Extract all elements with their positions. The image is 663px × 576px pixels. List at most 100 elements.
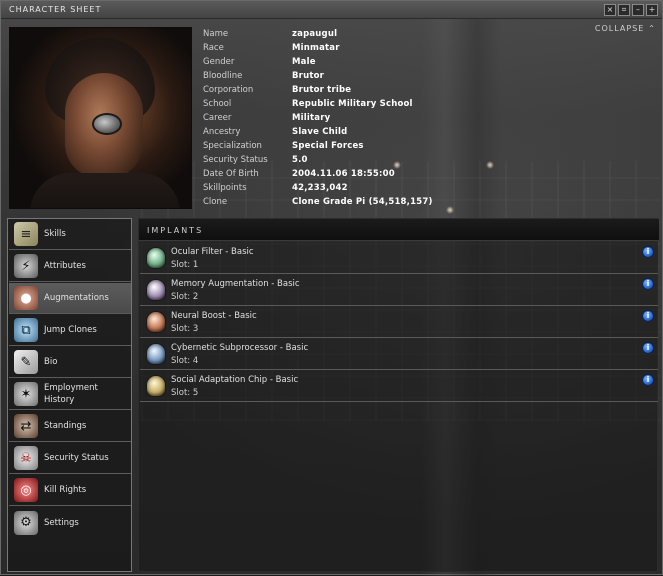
info-label: Security Status [203, 155, 268, 165]
info-value: Brutor [292, 71, 325, 81]
nav-item-bio[interactable]: ✎ Bio [9, 347, 131, 378]
implants-title: IMPLANTS [147, 226, 204, 235]
info-label: Clone [203, 197, 228, 207]
implant-slot: Slot: 5 [171, 388, 199, 398]
info-label: Corporation [203, 85, 254, 95]
info-label: Bloodline [203, 71, 243, 81]
info-value: Slave Child [292, 127, 348, 137]
nav-item-jump-clones[interactable]: ⧉ Jump Clones [9, 315, 131, 346]
character-portrait [9, 27, 192, 209]
implant-slot: Slot: 3 [171, 324, 199, 334]
character-sheet-nav: ≡ Skills ⚡ Attributes ● Augmentations ⧉ … [7, 218, 132, 572]
nav-item-attributes[interactable]: ⚡ Attributes [9, 251, 131, 282]
info-row-date-of-birth: Date Of Birth 2004.11.06 18:55:00 [203, 169, 643, 183]
info-row-bloodline: Bloodline Brutor [203, 71, 643, 85]
nav-item-kill-rights[interactable]: ◎ Kill Rights [9, 475, 131, 506]
info-row-specialization: Specialization Special Forces [203, 141, 643, 155]
implant-row[interactable]: Neural Boost - Basic Slot: 3 i [140, 306, 658, 338]
info-row-security-status: Security Status 5.0 [203, 155, 643, 169]
info-row-gender: Gender Male [203, 57, 643, 71]
options-button[interactable]: ⌗ [618, 4, 630, 16]
info-icon[interactable]: i [642, 246, 654, 258]
implants-header: IMPLANTS [139, 219, 659, 241]
augmentations-icon: ● [14, 286, 38, 310]
nav-label: Jump Clones [44, 325, 97, 335]
nav-label: Employment History [44, 383, 98, 405]
nav-label: Augmentations [44, 293, 109, 303]
info-value: Special Forces [292, 141, 364, 151]
implant-row[interactable]: Memory Augmentation - Basic Slot: 2 i [140, 274, 658, 306]
info-label: Specialization [203, 141, 262, 151]
ocular-filter-icon [146, 247, 166, 269]
nav-item-employment-history[interactable]: ✶ Employment History [9, 379, 131, 410]
implant-name: Memory Augmentation - Basic [171, 279, 300, 289]
memory-augmentation-icon [146, 279, 166, 301]
info-icon[interactable]: i [642, 278, 654, 290]
info-label: Skillpoints [203, 183, 247, 193]
nav-label: Attributes [44, 261, 86, 271]
settings-icon: ⚙ [14, 510, 38, 535]
portrait-goggle [92, 113, 122, 135]
character-sheet-window: CHARACTER SHEET × ⌗ – + COLLAPSE ⌃ Name … [0, 0, 663, 576]
info-icon[interactable]: i [642, 374, 654, 386]
titlebar: CHARACTER SHEET × ⌗ – + [1, 1, 662, 19]
nav-label: Security Status [44, 453, 109, 463]
employment-history-icon: ✶ [14, 382, 38, 406]
info-label: Gender [203, 57, 235, 67]
nav-label: Settings [44, 517, 79, 528]
skills-book-icon: ≡ [14, 222, 38, 246]
nav-item-augmentations[interactable]: ● Augmentations [9, 283, 131, 314]
info-icon[interactable]: i [642, 310, 654, 322]
implant-name: Cybernetic Subprocessor - Basic [171, 343, 309, 353]
implant-row[interactable]: Ocular Filter - Basic Slot: 1 i [140, 242, 658, 274]
bio-icon: ✎ [14, 350, 38, 374]
implant-row[interactable]: Cybernetic Subprocessor - Basic Slot: 4 … [140, 338, 658, 370]
info-value: zapaugul [292, 29, 338, 39]
maximize-button[interactable]: + [646, 4, 658, 16]
info-value: Military [292, 113, 331, 123]
cybernetic-subprocessor-icon [146, 343, 166, 365]
info-value: Minmatar [292, 43, 340, 53]
nav-item-standings[interactable]: ⇄ Standings [9, 411, 131, 442]
implant-name: Neural Boost - Basic [171, 311, 257, 321]
standings-icon: ⇄ [14, 414, 38, 438]
implant-slot: Slot: 1 [171, 260, 199, 270]
info-label: Date Of Birth [203, 169, 259, 179]
info-row-corporation: Corporation Brutor tribe [203, 85, 643, 99]
nav-item-skills[interactable]: ≡ Skills [9, 219, 131, 250]
implant-row[interactable]: Social Adaptation Chip - Basic Slot: 5 i [140, 370, 658, 402]
minimize-button[interactable]: – [632, 4, 644, 16]
info-label: Ancestry [203, 127, 241, 137]
info-row-clone: Clone Clone Grade Pi (54,518,157) [203, 197, 643, 211]
nav-item-security-status[interactable]: ☠ Security Status [9, 443, 131, 474]
info-label: Career [203, 113, 232, 123]
chevron-up-icon: ⌃ [648, 24, 656, 33]
info-value: 5.0 [292, 155, 308, 165]
neural-boost-icon [146, 311, 166, 333]
security-status-icon: ☠ [14, 446, 38, 470]
kill-rights-icon: ◎ [14, 478, 38, 502]
info-label: School [203, 99, 232, 109]
implant-name: Social Adaptation Chip - Basic [171, 375, 299, 385]
info-value: 2004.11.06 18:55:00 [292, 169, 395, 179]
portrait-jacket [30, 173, 180, 208]
info-value: Clone Grade Pi (54,518,157) [292, 197, 433, 207]
info-row-school: School Republic Military School [203, 99, 643, 113]
info-value: Republic Military School [292, 99, 413, 109]
info-label: Name [203, 29, 229, 39]
nav-label: Skills [44, 229, 66, 239]
close-button[interactable]: × [604, 4, 616, 16]
window-title: CHARACTER SHEET [9, 5, 102, 14]
info-row-skillpoints: Skillpoints 42,233,042 [203, 183, 643, 197]
nav-item-settings[interactable]: ⚙ Settings [9, 507, 131, 538]
implant-name: Ocular Filter - Basic [171, 247, 254, 257]
window-controls: × ⌗ – + [604, 4, 658, 16]
nav-label: Bio [44, 357, 58, 367]
info-row-name: Name zapaugul [203, 29, 643, 43]
info-value: 42,233,042 [292, 183, 348, 193]
jump-clones-icon: ⧉ [14, 318, 38, 342]
info-value: Brutor tribe [292, 85, 352, 95]
implant-slot: Slot: 2 [171, 292, 199, 302]
info-icon[interactable]: i [642, 342, 654, 354]
info-row-ancestry: Ancestry Slave Child [203, 127, 643, 141]
